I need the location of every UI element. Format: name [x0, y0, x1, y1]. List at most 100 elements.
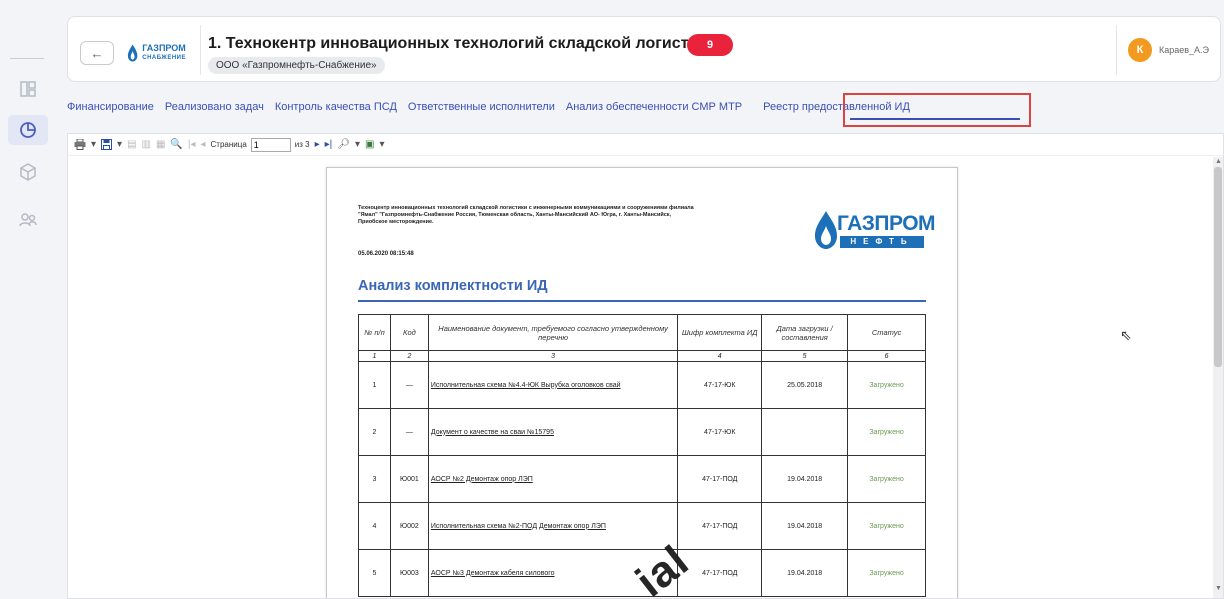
row-cipher: 47-17-ЮК: [677, 408, 763, 456]
first-page-icon[interactable]: |◂: [188, 139, 196, 150]
reports-pie-icon[interactable]: [8, 115, 48, 145]
column-number: 6: [847, 350, 926, 362]
document-icon[interactable]: ▤: [127, 139, 136, 150]
mouse-cursor-icon: ⇖: [1120, 327, 1132, 343]
logo-neft-band: НЕФТЬ: [840, 236, 924, 248]
scroll-down-icon[interactable]: ▼: [1215, 585, 1222, 592]
row-code: —: [389, 408, 429, 456]
document-link[interactable]: Исполнительная схема №4.4-ЮК Вырубка ого…: [427, 361, 679, 409]
document-date: 05.06.2020 08:15:48: [358, 251, 414, 257]
row-date: 25.05.2018: [761, 361, 849, 409]
vertical-scrollbar[interactable]: ▲ ▼: [1213, 157, 1223, 598]
organization-chip: ООО «Газпромнефть-Снабжение»: [208, 57, 385, 74]
scroll-thumb[interactable]: [1214, 167, 1222, 367]
row-code: Ю003: [389, 549, 429, 597]
document-link[interactable]: Исполнительная схема №2-ПОД Демонтаж опо…: [427, 502, 679, 550]
chevron-down-icon[interactable]: ▾: [91, 139, 96, 150]
report-page: Техноцентр инновационных технологий скла…: [326, 167, 958, 598]
document-header-text: Техноцентр инновационных технологий скла…: [358, 205, 694, 225]
gazprom-neft-logo: ГАЗПРОМ НЕФТЬ: [813, 208, 936, 254]
page-title: 1. Технокентр инновационных технологий с…: [208, 35, 717, 52]
col-header: Код: [389, 314, 429, 351]
tab-psd-quality[interactable]: Контроль качества ПСД: [275, 98, 397, 120]
cube-icon[interactable]: [8, 157, 48, 187]
col-header: Статус: [847, 314, 926, 351]
flame-icon: [815, 211, 837, 249]
back-arrow-icon: ←: [90, 45, 104, 61]
viewer-toolbar: ▾ ▾ ▤ ▥ ▦ 🔍 |◂ ◂ Страница из 3 ▸ ▸| 🔎︎ ▾…: [68, 134, 1223, 156]
table-row: 3 Ю001 АОСР №2 Демонтаж опор ЛЭП 47-17-П…: [358, 455, 926, 503]
fit-page-icon[interactable]: ▣: [365, 139, 374, 150]
report-viewer: ▾ ▾ ▤ ▥ ▦ 🔍 |◂ ◂ Страница из 3 ▸ ▸| 🔎︎ ▾…: [67, 133, 1224, 599]
header-divider: [200, 25, 201, 75]
export-icon[interactable]: ▦: [156, 139, 165, 150]
logo-wordmark: ГАЗПРОМ СНАБЖЕНИЕ: [142, 43, 186, 61]
avatar: К: [1128, 38, 1152, 62]
back-button[interactable]: ←: [80, 41, 114, 65]
active-tab-highlight: [843, 93, 1031, 127]
row-code: Ю002: [389, 502, 429, 550]
save-icon[interactable]: [101, 139, 113, 150]
project-header: ← ГАЗПРОМ СНАБЖЕНИЕ 1. Технокентр инновац…: [67, 16, 1221, 82]
scroll-up-icon[interactable]: ▲: [1215, 158, 1222, 165]
tab-tasks-done[interactable]: Реализовано задач: [165, 98, 264, 120]
tab-responsible[interactable]: Ответственные исполнители: [408, 98, 555, 120]
left-nav-rail: [0, 0, 54, 599]
row-date: 19.04.2018: [761, 549, 849, 597]
column-number-row: 1 2 3 4 5 6: [358, 350, 926, 362]
row-cipher: 47-17-ПОД: [677, 455, 763, 503]
row-number: 4: [358, 502, 391, 550]
status-text: Загружено: [847, 502, 926, 550]
count-badge[interactable]: 9: [687, 34, 733, 56]
next-page-icon[interactable]: ▸: [315, 139, 320, 150]
column-number: 1: [358, 350, 391, 362]
status-text: Загружено: [847, 455, 926, 503]
copy-icon[interactable]: ▥: [142, 139, 151, 150]
row-number: 2: [358, 408, 391, 456]
page-label: Страница: [210, 140, 247, 149]
last-page-icon[interactable]: ▸|: [325, 139, 333, 150]
table-row: 1 — Исполнительная схема №4.4-ЮК Вырубка…: [358, 361, 926, 409]
col-header: Наименование документ, требуемого соглас…: [427, 314, 679, 351]
user-menu[interactable]: К Караев_А.Э: [1128, 38, 1209, 62]
row-code: —: [389, 361, 429, 409]
row-cipher: 47-17-ЮК: [677, 361, 763, 409]
logo-wordmark: ГАЗПРОМ: [837, 212, 936, 235]
prev-page-icon[interactable]: ◂: [201, 139, 206, 150]
document-link[interactable]: Документ о качестве на сваи №15795: [427, 408, 679, 456]
row-number: 1: [358, 361, 391, 409]
tab-financing[interactable]: Финансирование: [67, 98, 154, 120]
document-link[interactable]: АОСР №2 Демонтаж опор ЛЭП: [427, 455, 679, 503]
users-icon[interactable]: [8, 205, 48, 235]
col-header: № п/п: [358, 314, 391, 351]
column-number: 3: [427, 350, 679, 362]
dashboard-icon[interactable]: [8, 74, 48, 104]
col-header: Шифр комплекта ИД: [677, 314, 763, 351]
row-date: 19.04.2018: [761, 455, 849, 503]
chevron-down-icon[interactable]: ▾: [117, 139, 122, 150]
row-date: [761, 408, 849, 456]
row-number: 3: [358, 455, 391, 503]
tab-mtr-analysis[interactable]: Анализ обеспеченности СМР МТР: [566, 98, 742, 120]
page-number-input[interactable]: [250, 137, 291, 152]
binoculars-icon[interactable]: 🔍: [170, 139, 182, 150]
title-underline: [358, 300, 926, 302]
col-header: Дата загрузки / составления: [761, 314, 849, 351]
table-row: 4 Ю002 Исполнительная схема №2-ПОД Демон…: [358, 502, 926, 550]
zoom-icon[interactable]: 🔎︎: [337, 139, 350, 150]
active-tab-underline: [850, 118, 1020, 120]
gazprom-snab-logo: ГАЗПРОМ СНАБЖЕНИЕ: [126, 39, 186, 67]
row-number: 5: [358, 549, 391, 597]
table-row: 2 — Документ о качестве на сваи №15795 4…: [358, 408, 926, 456]
chevron-down-icon[interactable]: ▾: [355, 139, 360, 150]
chevron-down-icon[interactable]: ▾: [379, 139, 384, 150]
print-icon[interactable]: [74, 139, 86, 150]
status-text: Загружено: [847, 361, 926, 409]
page-total-label: из 3: [294, 140, 310, 149]
user-name: Караев_А.Э: [1159, 45, 1210, 55]
status-text: Загружено: [847, 408, 926, 456]
column-number: 2: [389, 350, 429, 362]
flame-icon: [127, 44, 138, 62]
rail-separator: [10, 58, 44, 59]
table-header-row: № п/п Код Наименование документ, требуем…: [358, 314, 926, 351]
